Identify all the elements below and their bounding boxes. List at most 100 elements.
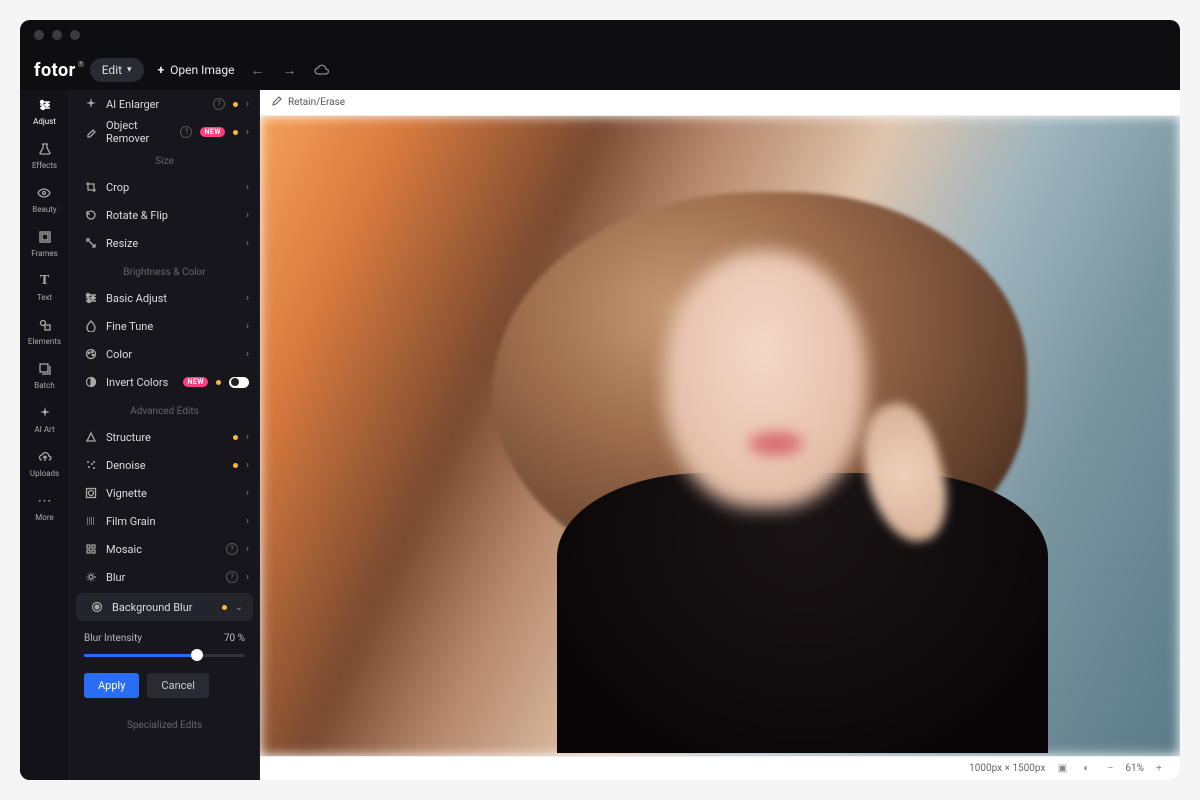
tool-label: Denoise <box>106 459 225 472</box>
pencil-icon <box>272 96 282 109</box>
zoom-in-button[interactable]: + <box>1152 762 1166 776</box>
topbar: fotor Edit ▾ + Open Image ← → <box>20 50 1180 90</box>
fit-screen-icon[interactable]: ▣ <box>1055 762 1069 776</box>
nav-label: Adjust <box>33 117 56 126</box>
chevron-right-icon: › <box>246 127 249 138</box>
nav-batch[interactable]: Batch <box>34 360 55 390</box>
cloud-up-icon <box>36 448 54 466</box>
chevron-down-icon: ⌄ <box>235 602 243 613</box>
canvas-tool-label[interactable]: Retain/Erase <box>288 97 345 108</box>
apply-button[interactable]: Apply <box>84 673 139 698</box>
status-bar: 1000px × 1500px ▣ ◐ − 61% + <box>260 756 1180 780</box>
help-icon[interactable]: ? <box>180 126 192 138</box>
image-subject <box>536 169 1070 753</box>
edit-menu[interactable]: Edit ▾ <box>90 58 144 82</box>
image-dimensions: 1000px × 1500px <box>969 763 1045 774</box>
chevron-right-icon: › <box>246 210 249 221</box>
slider-track[interactable] <box>84 654 245 657</box>
chevron-down-icon: ▾ <box>127 65 132 75</box>
nav-label: More <box>35 513 53 522</box>
window-close-dot[interactable] <box>34 30 44 40</box>
edit-menu-label: Edit <box>102 63 122 77</box>
nav-adjust[interactable]: Adjust <box>33 96 56 126</box>
window-max-dot[interactable] <box>70 30 80 40</box>
chevron-right-icon: › <box>246 432 249 443</box>
section-header: Advanced Edits <box>70 396 259 423</box>
canvas-area: Retain/Erase 1000px × 1500px ▣ ◐ − <box>260 90 1180 780</box>
tool-background-blur[interactable]: Background Blur⌄ <box>76 593 253 621</box>
noise-icon <box>84 458 98 472</box>
premium-dot-icon <box>233 102 238 107</box>
tool-label: Blur <box>106 571 218 584</box>
tool-mosaic[interactable]: Mosaic?› <box>70 535 259 563</box>
tool-vignette[interactable]: Vignette› <box>70 479 259 507</box>
help-icon[interactable]: ? <box>226 571 238 583</box>
window-min-dot[interactable] <box>52 30 62 40</box>
help-icon[interactable]: ? <box>226 543 238 555</box>
tools-panel: ‹ AI Enlarger?›Object Remover?NEW› SizeC… <box>70 90 260 780</box>
nav-aiart[interactable]: AI Art <box>34 404 54 434</box>
cloud-save-button[interactable] <box>313 61 331 79</box>
text-icon: T <box>36 272 54 290</box>
open-image-label: Open Image <box>170 63 234 77</box>
zoom-out-button[interactable]: − <box>1103 762 1117 776</box>
chevron-right-icon: › <box>246 238 249 249</box>
contrast-icon <box>84 375 98 389</box>
tool-blur[interactable]: Blur? › <box>70 563 259 591</box>
compare-icon[interactable]: ◐ <box>1079 762 1093 776</box>
nav-text[interactable]: TText <box>36 272 54 302</box>
undo-button[interactable]: ← <box>249 61 267 79</box>
open-image-button[interactable]: + Open Image <box>158 63 235 77</box>
premium-dot-icon <box>233 435 238 440</box>
flask-icon <box>36 140 54 158</box>
chevron-right-icon: › <box>246 516 249 527</box>
tool-label: Vignette <box>106 487 238 500</box>
tool-label: Film Grain <box>106 515 238 528</box>
sparkle-icon <box>36 404 54 422</box>
redo-button[interactable]: → <box>281 61 299 79</box>
grid-icon <box>84 542 98 556</box>
nav-more[interactable]: ⋯More <box>35 492 53 522</box>
toggle[interactable] <box>229 377 249 388</box>
nav-label: Uploads <box>30 469 59 478</box>
slider-label: Blur Intensity <box>84 633 142 644</box>
drop-icon <box>84 319 98 333</box>
blur-intensity-slider[interactable]: Blur Intensity 70 % <box>70 623 259 661</box>
sparkle-icon <box>84 97 98 111</box>
content: Adjust Effects Beauty Frames TText Elements Ba… <box>20 90 1180 780</box>
eye-icon <box>35 184 53 202</box>
tool-ai-enlarger[interactable]: AI Enlarger?› <box>70 90 259 118</box>
nav-frames[interactable]: Frames <box>31 228 58 258</box>
cancel-button[interactable]: Cancel <box>147 673 208 698</box>
nav-beauty[interactable]: Beauty <box>32 184 56 214</box>
canvas[interactable]: 1000px × 1500px ▣ ◐ − 61% + <box>260 116 1180 780</box>
plus-icon: + <box>158 63 165 77</box>
help-icon[interactable]: ? <box>213 98 225 110</box>
titlebar <box>20 20 1180 50</box>
tool-object-remover[interactable]: Object Remover?NEW› <box>70 118 259 146</box>
tool-color[interactable]: Color› <box>70 340 259 368</box>
eraser-icon <box>84 125 98 139</box>
chevron-right-icon: › <box>246 182 249 193</box>
tool-crop[interactable]: Crop› <box>70 173 259 201</box>
slider-thumb[interactable] <box>191 649 203 661</box>
chevron-right-icon: › <box>246 293 249 304</box>
slider-value: 70 % <box>224 633 245 644</box>
tool-fine-tune[interactable]: Fine Tune› <box>70 312 259 340</box>
nav-elements[interactable]: Elements <box>28 316 61 346</box>
premium-dot-icon <box>216 380 221 385</box>
stack-icon <box>35 360 53 378</box>
chevron-right-icon: › <box>246 572 249 583</box>
tool-film-grain[interactable]: Film Grain › <box>70 507 259 535</box>
tool-structure[interactable]: Structure› <box>70 423 259 451</box>
tool-denoise[interactable]: Denoise› <box>70 451 259 479</box>
tool-basic-adjust[interactable]: Basic Adjust› <box>70 284 259 312</box>
nav-effects[interactable]: Effects <box>32 140 57 170</box>
nav-uploads[interactable]: Uploads <box>30 448 59 478</box>
tool-label: Rotate & Flip <box>106 209 238 222</box>
tool-invert-colors[interactable]: Invert ColorsNEW <box>70 368 259 396</box>
tool-resize[interactable]: Resize› <box>70 229 259 257</box>
zoom-level: 61% <box>1125 763 1144 774</box>
tool-rotate-flip[interactable]: Rotate & Flip › <box>70 201 259 229</box>
chevron-right-icon: › <box>246 99 249 110</box>
